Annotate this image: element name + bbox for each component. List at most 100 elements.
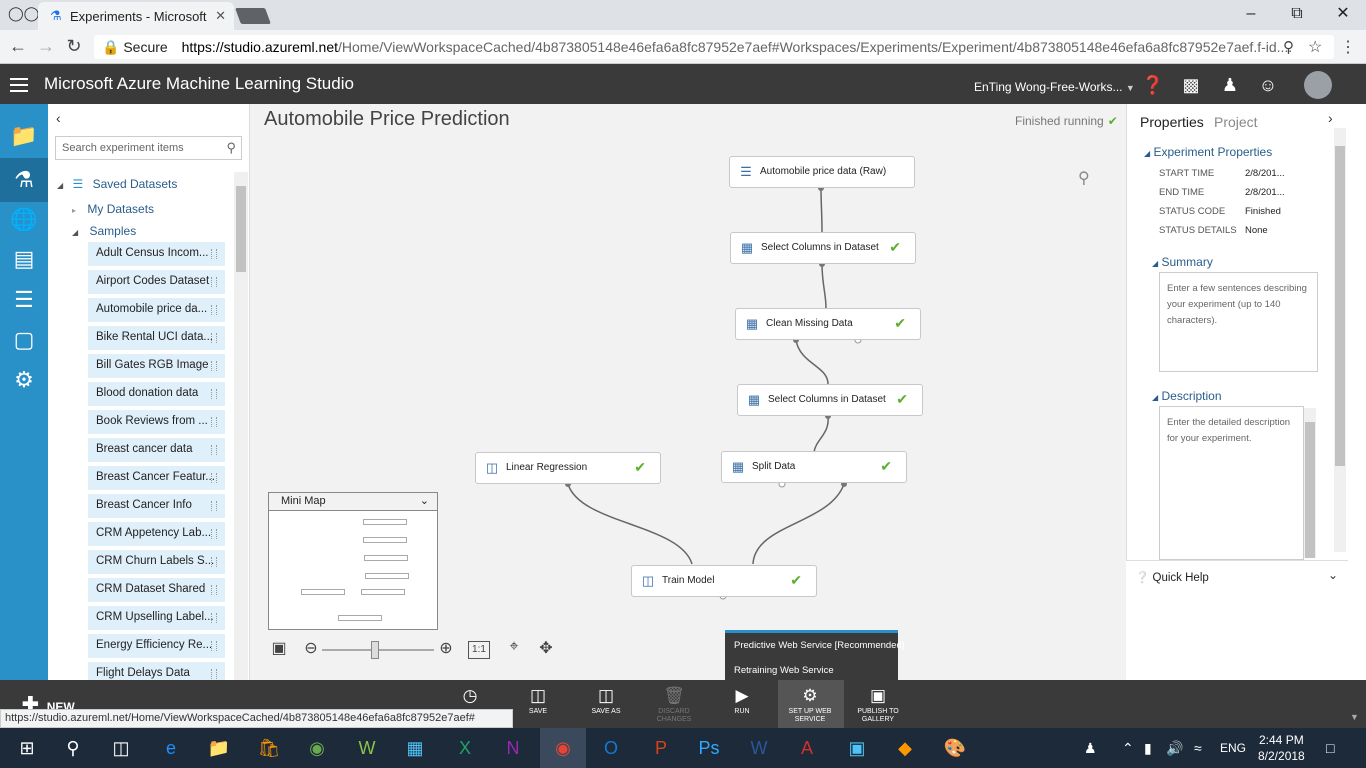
module-automobile-price-data[interactable]: ☰ Automobile price data (Raw) xyxy=(729,156,915,188)
dataset-item[interactable]: Adult Census Incom... xyxy=(88,242,225,266)
setup-web-service-button[interactable]: ⚙ SET UP WEB SERVICE xyxy=(780,686,840,724)
access-icon[interactable]: A xyxy=(792,735,822,761)
samples-node[interactable]: ◢ Samples xyxy=(72,224,136,238)
wifi-icon[interactable]: ≈ xyxy=(1194,740,1202,756)
task-view-icon[interactable]: ◫ xyxy=(106,735,136,761)
hamburger-menu-icon[interactable] xyxy=(10,78,28,92)
powerpoint-icon[interactable]: P xyxy=(646,735,676,761)
dataset-item[interactable]: Flight Delays Data xyxy=(88,662,225,680)
module-train-model[interactable]: ◫ Train Model ✔ xyxy=(631,565,817,597)
bookmark-star-icon[interactable]: ☆ xyxy=(1308,37,1322,57)
search-icon[interactable]: ⚲ xyxy=(58,735,88,761)
saved-datasets-node[interactable]: ◢ ☰ Saved Datasets xyxy=(57,177,177,191)
dataset-item[interactable]: Book Reviews from ... xyxy=(88,410,225,434)
restore-icon[interactable]: ⧉ xyxy=(1274,0,1320,30)
pan-icon[interactable]: ✥ xyxy=(534,638,558,658)
language-indicator[interactable]: ENG xyxy=(1220,741,1246,755)
volume-icon[interactable]: 🔊 xyxy=(1166,740,1183,757)
minimize-icon[interactable]: – xyxy=(1228,0,1274,30)
dataset-item[interactable]: CRM Churn Labels S... xyxy=(88,550,225,574)
module-select-columns-2[interactable]: ▦ Select Columns in Dataset ✔ xyxy=(737,384,923,416)
community-icon[interactable]: ♟ xyxy=(1218,75,1242,96)
app-diamond-icon[interactable]: ◆ xyxy=(890,735,920,761)
description-scroll-thumb[interactable] xyxy=(1305,422,1315,558)
paint-icon[interactable]: 🎨 xyxy=(940,735,970,761)
experiment-properties-header[interactable]: ◢ Experiment Properties xyxy=(1144,145,1272,159)
fit-screen-icon[interactable]: ▣ xyxy=(267,638,291,658)
module-linear-regression[interactable]: ◫ Linear Regression ✔ xyxy=(475,452,661,484)
datasets-icon[interactable]: ☰ xyxy=(8,284,40,316)
palette-scroll-thumb[interactable] xyxy=(236,186,246,272)
dataset-item[interactable]: Breast cancer data xyxy=(88,438,225,462)
search-icon[interactable]: ⚲ xyxy=(226,140,236,156)
summary-field[interactable]: Enter a few sentences describing your ex… xyxy=(1159,272,1318,372)
tab-properties[interactable]: Properties xyxy=(1140,114,1204,130)
scroll-down-icon[interactable]: ▼ xyxy=(1350,712,1359,722)
dataset-item[interactable]: Breast Cancer Info xyxy=(88,494,225,518)
dataset-item[interactable]: Blood donation data xyxy=(88,382,225,406)
dataset-item[interactable]: Airport Codes Dataset xyxy=(88,270,225,294)
photoshop-icon[interactable]: Ps xyxy=(694,735,724,761)
dataset-item[interactable]: CRM Upselling Label... xyxy=(88,606,225,630)
zoom-out-icon[interactable]: ⊖ xyxy=(299,638,323,658)
my-datasets-node[interactable]: ▸ My Datasets xyxy=(72,202,154,216)
help-icon[interactable]: ❓ xyxy=(1141,75,1165,96)
dataset-item[interactable]: Automobile price da... xyxy=(88,298,225,322)
back-icon[interactable]: ← xyxy=(6,36,30,57)
zoom-slider-thumb[interactable] xyxy=(371,641,379,659)
dataset-item[interactable]: CRM Appetency Lab... xyxy=(88,522,225,546)
feedback-icon[interactable]: ▩ xyxy=(1179,75,1203,96)
description-header[interactable]: ◢ Description xyxy=(1152,389,1222,403)
excel-icon[interactable]: X xyxy=(450,735,480,761)
app-icon[interactable]: ◉ xyxy=(302,735,332,761)
url-field[interactable]: 🔒 Secure https://studio.azureml.net/Home… xyxy=(94,35,1334,59)
chevron-down-icon[interactable]: ⌄ xyxy=(1328,568,1338,582)
writer-icon[interactable]: W xyxy=(352,735,382,761)
app-window-icon[interactable]: ▣ xyxy=(842,735,872,761)
description-field[interactable]: Enter the detailed description for your … xyxy=(1159,406,1304,560)
save-as-button[interactable]: ◫ SAVE AS xyxy=(576,686,636,716)
dataset-item[interactable]: Bike Rental UCI data... xyxy=(88,326,225,350)
word-icon[interactable]: W xyxy=(744,735,774,761)
dataset-item[interactable]: Energy Efficiency Re... xyxy=(88,634,225,658)
browser-tab[interactable]: ⚗ Experiments - Microsoft ✕ xyxy=(38,2,234,30)
reload-icon[interactable]: ↻ xyxy=(62,36,86,57)
avatar[interactable] xyxy=(1304,71,1332,99)
search-input[interactable]: Search experiment items ⚲ xyxy=(55,136,242,160)
save-button[interactable]: ◫ SAVE xyxy=(508,686,568,716)
run-history-button[interactable]: ◷ xyxy=(440,686,500,708)
close-tab-icon[interactable]: ✕ xyxy=(215,8,226,24)
mini-map-header[interactable]: Mini Map ⌄ xyxy=(269,493,437,511)
mini-map[interactable]: Mini Map ⌄ xyxy=(268,492,438,630)
center-icon[interactable]: ⌖ xyxy=(502,638,526,656)
actual-size-button[interactable]: 1:1 xyxy=(468,641,490,659)
outlook-icon[interactable]: O xyxy=(596,735,626,761)
zoom-in-icon[interactable]: ⊕ xyxy=(434,638,458,658)
people-icon[interactable]: ♟ xyxy=(1084,740,1097,757)
tab-project[interactable]: Project xyxy=(1214,114,1258,130)
notifications-icon[interactable]: □ xyxy=(1326,740,1334,756)
summary-header[interactable]: ◢ Summary xyxy=(1152,255,1213,269)
browser-menu-icon[interactable]: ⋮ xyxy=(1340,37,1356,57)
settings-gear-icon[interactable]: ⚙ xyxy=(8,364,40,396)
edge-icon[interactable]: e xyxy=(156,735,186,761)
properties-scroll-thumb[interactable] xyxy=(1335,146,1345,466)
module-select-columns-1[interactable]: ▦ Select Columns in Dataset ✔ xyxy=(730,232,916,264)
module-split-data[interactable]: ▦ Split Data ✔ xyxy=(721,451,907,483)
discard-changes-button[interactable]: 🗑 DISCARD CHANGES xyxy=(644,686,704,724)
menu-item-predictive-web-service[interactable]: Predictive Web Service [Recommended] xyxy=(734,640,904,651)
dataset-item[interactable]: Bill Gates RGB Image xyxy=(88,354,225,378)
store-icon[interactable]: 🛍 xyxy=(254,735,284,761)
projects-icon[interactable]: 📁 xyxy=(8,120,40,152)
web-services-globe-icon[interactable]: 🌐 xyxy=(8,204,40,236)
onenote-icon[interactable]: N xyxy=(498,735,528,761)
forward-icon[interactable]: → xyxy=(34,36,58,57)
experiments-flask-icon[interactable]: ⚗ xyxy=(8,164,40,196)
close-window-icon[interactable]: ✕ xyxy=(1320,0,1366,30)
taskbar-clock[interactable]: 2:44 PM 8/2/2018 xyxy=(1258,732,1305,764)
collapse-panel-icon[interactable]: › xyxy=(1328,110,1333,126)
module-clean-missing-data[interactable]: ▦ Clean Missing Data ✔ xyxy=(735,308,921,340)
menu-item-retraining-web-service[interactable]: Retraining Web Service xyxy=(734,665,834,676)
run-button[interactable]: ▶ RUN xyxy=(712,686,772,716)
battery-icon[interactable]: ▮ xyxy=(1144,740,1152,757)
